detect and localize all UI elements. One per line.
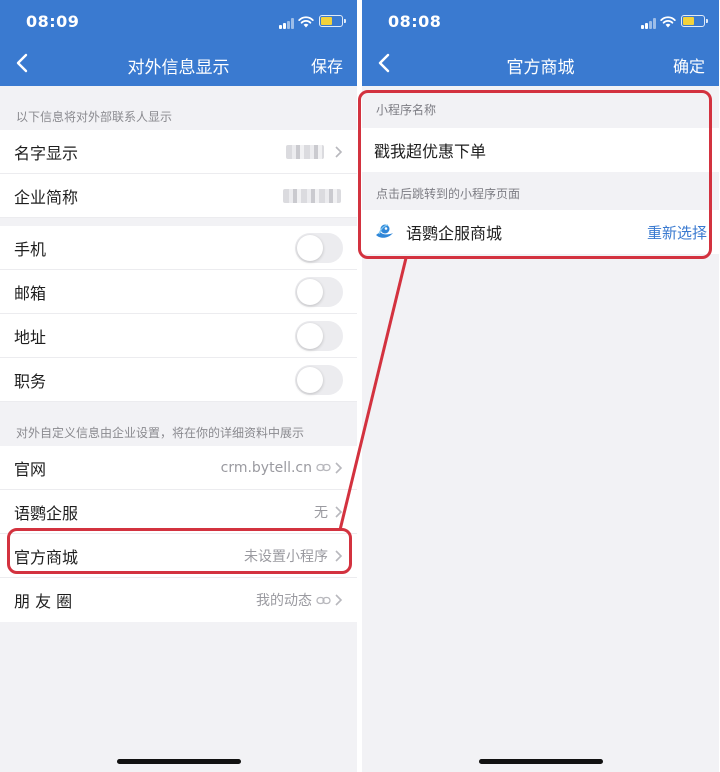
address-toggle-row: 地址 bbox=[0, 314, 357, 358]
left-navbar: 对外信息显示 保存 bbox=[0, 42, 357, 86]
status-bar: 08:08 bbox=[362, 0, 719, 42]
wifi-icon bbox=[660, 16, 676, 28]
phone-toggle-row: 手机 bbox=[0, 226, 357, 270]
signal-icon bbox=[279, 18, 295, 29]
battery-icon bbox=[319, 15, 346, 27]
email-toggle-row: 邮箱 bbox=[0, 270, 357, 314]
battery-icon bbox=[681, 15, 708, 27]
official-store-row[interactable]: 官方商城 未设置小程序 bbox=[0, 534, 357, 578]
row-value: crm.bytell.cn bbox=[220, 459, 312, 476]
row-label: 官网 bbox=[14, 459, 47, 479]
home-indicator bbox=[478, 759, 603, 764]
section-note: 对外自定义信息由企业设置，将在你的详细资料中展示 bbox=[16, 426, 305, 440]
mini-program-name-value: 戳我超优惠下单 bbox=[374, 142, 487, 161]
confirm-button[interactable]: 确定 bbox=[673, 53, 705, 77]
mini-program-name-input[interactable]: 戳我超优惠下单 bbox=[362, 128, 719, 172]
page-title: 对外信息显示 bbox=[127, 58, 230, 78]
status-time: 08:09 bbox=[26, 12, 80, 31]
page-title: 官方商城 bbox=[506, 58, 575, 78]
reselect-button[interactable]: 重新选择 bbox=[647, 222, 707, 243]
link-icon bbox=[316, 596, 331, 604]
row-label: 职务 bbox=[14, 371, 47, 391]
save-button[interactable]: 保存 bbox=[311, 53, 343, 77]
mini-program-name-label: 小程序名称 bbox=[376, 103, 437, 117]
mini-program-logo-icon bbox=[376, 224, 393, 238]
left-screen: 08:09 对外信息显示 保存 以下信息将对外部联系人显示 名字显示 企业简称 … bbox=[0, 0, 357, 772]
section-note: 以下信息将对外部联系人显示 bbox=[16, 110, 173, 124]
phone-toggle[interactable] bbox=[295, 232, 343, 263]
row-value: 未设置小程序 bbox=[244, 548, 328, 565]
link-icon bbox=[316, 463, 331, 472]
row-label: 语鹦企服 bbox=[14, 503, 79, 523]
signal-icon bbox=[641, 18, 657, 29]
home-indicator bbox=[116, 759, 241, 764]
row-label: 地址 bbox=[14, 327, 47, 347]
row-label: 企业简称 bbox=[14, 187, 79, 207]
row-label: 朋 友 圈 bbox=[14, 592, 73, 611]
row-label: 官方商城 bbox=[14, 547, 79, 567]
row-label: 邮箱 bbox=[14, 283, 47, 303]
row-value: 无 bbox=[314, 504, 328, 521]
address-toggle[interactable] bbox=[295, 320, 343, 351]
chevron-right-icon bbox=[335, 505, 343, 518]
left-header: 08:09 对外信息显示 保存 bbox=[0, 0, 357, 86]
row-value: 我的动态 bbox=[256, 593, 312, 609]
position-toggle-row: 职务 bbox=[0, 358, 357, 402]
email-toggle[interactable] bbox=[295, 276, 343, 307]
selected-mini-program-name: 语鹦企服商城 bbox=[406, 224, 503, 243]
selected-mini-program-row: 语鹦企服商城 重新选择 bbox=[362, 210, 719, 254]
blurred-value bbox=[286, 144, 324, 159]
website-row[interactable]: 官网 crm.bytell.cn bbox=[0, 446, 357, 490]
right-navbar: 官方商城 确定 bbox=[362, 42, 719, 86]
right-header: 08:08 官方商城 确定 bbox=[362, 0, 719, 86]
chevron-right-icon bbox=[335, 145, 343, 158]
chevron-right-icon bbox=[335, 549, 343, 562]
name-display-row[interactable]: 名字显示 bbox=[0, 130, 357, 174]
company-short-name-row: 企业简称 bbox=[0, 174, 357, 218]
moments-row[interactable]: 朋 友 圈 我的动态 bbox=[0, 578, 357, 622]
status-bar: 08:09 bbox=[0, 0, 357, 42]
target-page-label: 点击后跳转到的小程序页面 bbox=[376, 187, 521, 201]
status-time: 08:08 bbox=[388, 12, 442, 31]
row-label: 名字显示 bbox=[14, 143, 79, 163]
chevron-right-icon bbox=[335, 594, 343, 606]
section-gap bbox=[0, 218, 357, 226]
wifi-icon bbox=[298, 16, 314, 28]
chevron-right-icon bbox=[335, 461, 343, 474]
position-toggle[interactable] bbox=[295, 364, 343, 395]
blurred-value bbox=[283, 188, 341, 203]
yuying-service-row[interactable]: 语鹦企服 无 bbox=[0, 490, 357, 534]
row-label: 手机 bbox=[14, 239, 47, 259]
right-screen: 08:08 官方商城 确定 小程序名称 戳我超优惠下单 点击后跳转到的小程序页面… bbox=[362, 0, 719, 772]
